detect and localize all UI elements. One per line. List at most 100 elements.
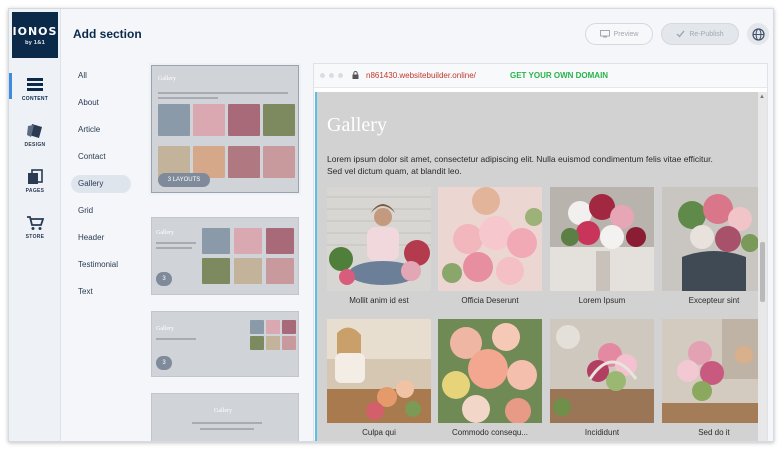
url-text[interactable]: n861430.websitebuilder.online/ bbox=[366, 71, 476, 80]
layout-thumb-4[interactable]: Gallery bbox=[151, 393, 299, 441]
thumb-text-line bbox=[158, 97, 218, 99]
layouts-count-badge: 3 bbox=[156, 356, 172, 370]
thumb-photo bbox=[266, 320, 280, 334]
thumb-photo bbox=[282, 320, 296, 334]
photo-peach-roses bbox=[438, 319, 542, 423]
rail-item-pages[interactable]: PAGES bbox=[9, 161, 61, 201]
gallery-caption-3: Lorem Ipsum bbox=[578, 296, 626, 305]
gallery-photo-4[interactable] bbox=[662, 187, 763, 291]
gallery-photo-2[interactable] bbox=[438, 187, 542, 291]
rail-item-store[interactable]: STORE bbox=[9, 207, 61, 247]
app-window: IONOS by 1&1 CONTENT DESIGN PAGES STORE … bbox=[8, 8, 774, 442]
gallery-caption-1: Mollit anim id est bbox=[349, 296, 409, 305]
thumb-photo bbox=[266, 228, 294, 254]
monitor-icon bbox=[599, 30, 610, 38]
category-testimonial[interactable]: Testimonial bbox=[71, 256, 131, 274]
thumb-text-line bbox=[156, 242, 196, 244]
gallery-photo-3[interactable] bbox=[550, 187, 654, 291]
rail-label-content: CONTENT bbox=[21, 95, 49, 102]
thumb-photo bbox=[263, 104, 295, 136]
photo-pink-peonies bbox=[438, 187, 542, 291]
thumb-photo bbox=[234, 228, 262, 254]
photo-red-bouquet bbox=[550, 187, 654, 291]
photo-florist-bouquet bbox=[662, 319, 763, 423]
thumb-title: Gallery bbox=[156, 326, 174, 332]
category-all[interactable]: All bbox=[71, 67, 131, 85]
gallery-caption-7: Incididunt bbox=[584, 428, 620, 437]
category-grid[interactable]: Grid bbox=[71, 202, 131, 220]
get-domain-link[interactable]: GET YOUR OWN DOMAIN bbox=[510, 71, 608, 80]
logo-text: IONOS bbox=[12, 24, 58, 38]
thumb-title: Gallery bbox=[156, 230, 174, 236]
gallery-photo-8[interactable] bbox=[662, 319, 763, 423]
category-about[interactable]: About bbox=[71, 94, 131, 112]
content-icon bbox=[27, 77, 43, 91]
window-dots bbox=[320, 73, 343, 78]
thumb-photo bbox=[250, 336, 264, 350]
republish-label: Re-Publish bbox=[689, 30, 724, 38]
category-list: All About Article Contact Gallery Grid H… bbox=[61, 57, 143, 441]
panel-title: Add section bbox=[73, 27, 142, 41]
thumb-title: Gallery bbox=[214, 408, 232, 414]
gallery-photo-1[interactable] bbox=[327, 187, 431, 291]
layout-thumb-3[interactable]: Gallery 3 bbox=[151, 311, 299, 377]
category-article[interactable]: Article bbox=[71, 121, 131, 139]
thumb-photo bbox=[250, 320, 264, 334]
left-rail: IONOS by 1&1 CONTENT DESIGN PAGES STORE bbox=[9, 9, 61, 441]
thumb-photo bbox=[266, 336, 280, 350]
thumb-text-line bbox=[156, 338, 196, 340]
category-gallery[interactable]: Gallery bbox=[71, 175, 131, 193]
lock-icon bbox=[352, 71, 359, 79]
rail-label-pages: PAGES bbox=[25, 187, 45, 194]
gallery-photo-7[interactable] bbox=[550, 319, 654, 423]
category-contact[interactable]: Contact bbox=[71, 148, 131, 166]
gallery-description: Lorem ipsum dolor sit amet, consectetur … bbox=[327, 153, 763, 177]
thumb-photo bbox=[158, 104, 190, 136]
layouts-count-badge: 3 LAYOUTS bbox=[158, 173, 210, 187]
preview-scrollbar[interactable]: ▲ bbox=[758, 92, 767, 441]
thumb-title: Gallery bbox=[158, 76, 176, 82]
gallery-photo-6[interactable] bbox=[438, 319, 542, 423]
ionos-logo[interactable]: IONOS by 1&1 bbox=[12, 12, 58, 58]
layout-thumb-1[interactable]: Gallery 3 LAYOUTS bbox=[151, 65, 299, 193]
thumb-photo bbox=[202, 258, 230, 284]
preview-label: Preview bbox=[613, 30, 639, 38]
thumb-text-line bbox=[158, 92, 288, 94]
design-icon bbox=[27, 123, 42, 138]
gallery-caption-6: Commodo consequ... bbox=[451, 428, 529, 437]
gallery-caption-2: Officia Deserunt bbox=[461, 296, 519, 305]
gallery-photo-5[interactable] bbox=[327, 319, 431, 423]
gallery-title: Gallery bbox=[327, 114, 387, 136]
gallery-caption-5: Culpa qui bbox=[362, 428, 396, 437]
category-header[interactable]: Header bbox=[71, 229, 131, 247]
scroll-up-icon[interactable]: ▲ bbox=[759, 94, 765, 100]
category-text[interactable]: Text bbox=[71, 283, 131, 301]
preview-button[interactable]: Preview bbox=[585, 23, 653, 45]
thumb-photo bbox=[193, 104, 225, 136]
preview-pane: n861430.websitebuilder.online/ GET YOUR … bbox=[313, 57, 773, 441]
globe-icon bbox=[751, 27, 765, 41]
rail-label-design: DESIGN bbox=[24, 141, 46, 148]
url-bar: n861430.websitebuilder.online/ GET YOUR … bbox=[314, 64, 767, 88]
rail-item-design[interactable]: DESIGN bbox=[9, 115, 61, 155]
thumb-text-line bbox=[200, 428, 254, 430]
gallery-caption-4: Excepteur sint bbox=[688, 296, 740, 305]
layout-thumbnails: Gallery 3 LAYOUTS Gallery 3 Gallery 3 Ga… bbox=[143, 57, 313, 441]
thumb-text-line bbox=[192, 422, 262, 424]
photo-florist-arranging bbox=[327, 319, 431, 423]
republish-button[interactable]: Re-Publish bbox=[661, 23, 739, 45]
gallery-text-line-2: Sed vel dictum quam, at blandit leo. bbox=[327, 166, 462, 176]
photo-protea-bouquet bbox=[662, 187, 763, 291]
thumb-photo bbox=[228, 104, 260, 136]
thumb-photo bbox=[234, 258, 262, 284]
gallery-section[interactable]: Gallery Lorem ipsum dolor sit amet, cons… bbox=[315, 92, 763, 441]
top-bar: Add section Preview Re-Publish bbox=[61, 9, 773, 57]
thumb-photo bbox=[263, 146, 295, 178]
gallery-caption-8: Sed do it bbox=[698, 428, 730, 437]
globe-button[interactable] bbox=[747, 23, 769, 45]
scrollbar-thumb[interactable] bbox=[760, 242, 765, 302]
rail-item-content[interactable]: CONTENT bbox=[9, 69, 61, 109]
logo-subtext: by 1&1 bbox=[25, 39, 45, 46]
browser-frame: n861430.websitebuilder.online/ GET YOUR … bbox=[313, 63, 768, 441]
layout-thumb-2[interactable]: Gallery 3 bbox=[151, 217, 299, 295]
